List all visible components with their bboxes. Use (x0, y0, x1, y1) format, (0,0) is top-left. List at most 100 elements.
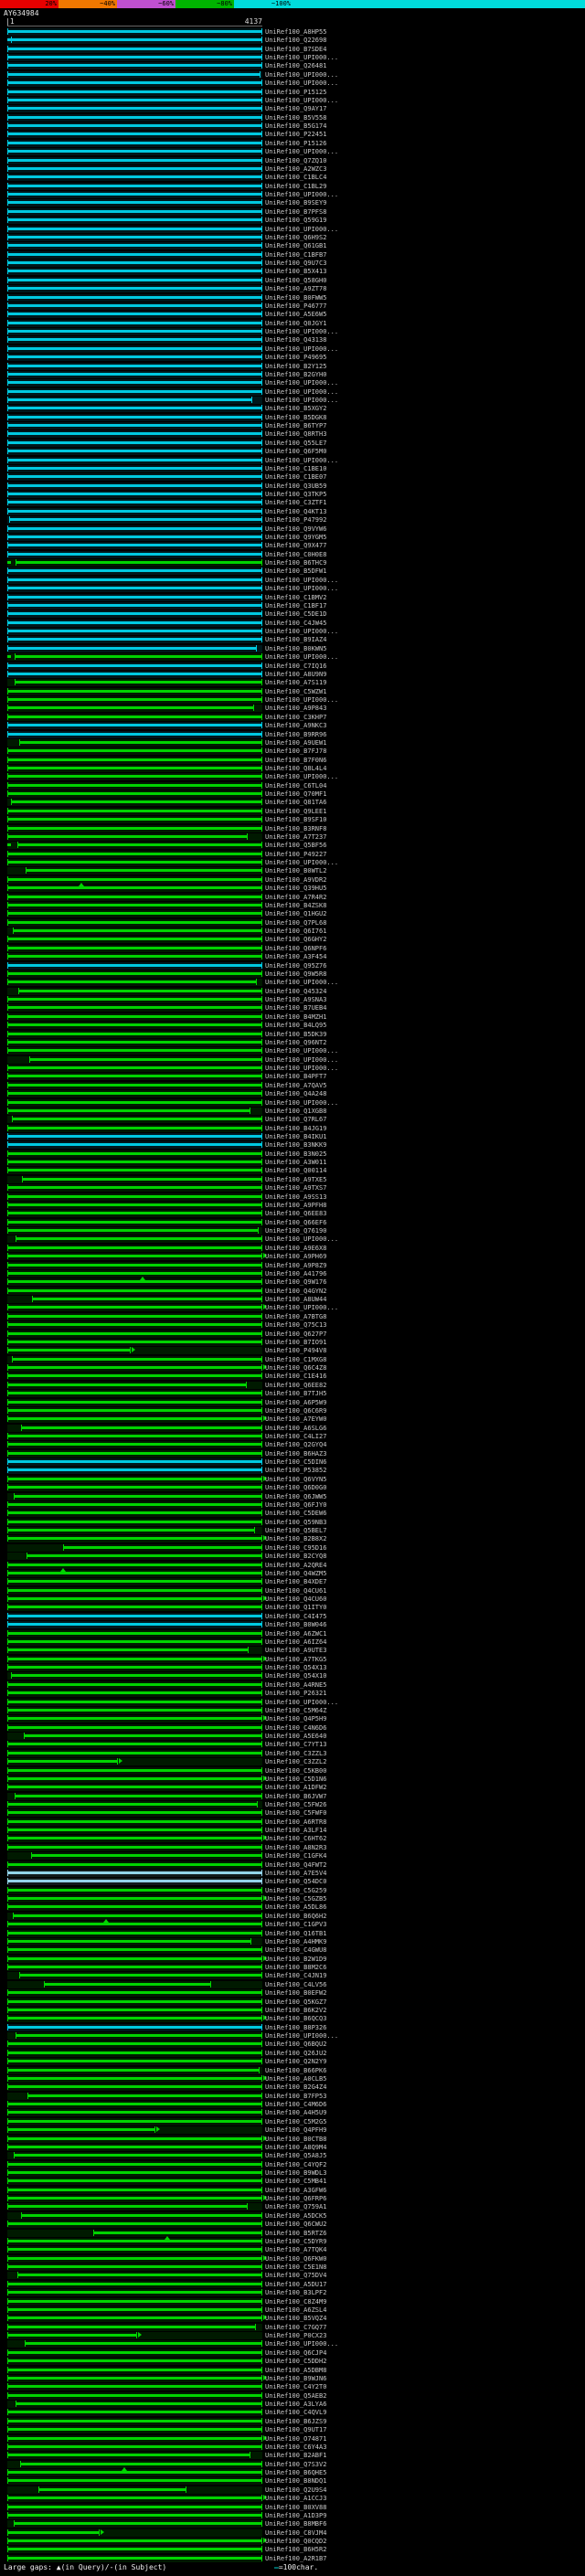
hit-bar[interactable] (7, 182, 262, 189)
hit-bar[interactable] (7, 2332, 137, 2339)
hit-bar[interactable] (7, 1038, 262, 1045)
hit-bar[interactable] (7, 1612, 262, 1619)
hit-bar[interactable] (7, 1090, 262, 1097)
hit-bar[interactable] (7, 576, 262, 583)
hit-bar[interactable] (7, 2391, 262, 2399)
hit-bar[interactable] (7, 1655, 262, 1662)
hit-bar[interactable] (7, 242, 262, 249)
hit-bar[interactable] (7, 2023, 262, 2030)
hit-bar[interactable] (7, 1621, 262, 1628)
hit-bar[interactable] (7, 131, 262, 138)
hit-bar[interactable] (7, 1715, 262, 1723)
hit-bar[interactable] (7, 1398, 262, 1405)
hit-bar[interactable] (7, 482, 262, 489)
hit-bar[interactable] (7, 1955, 262, 1962)
hit-bar[interactable] (7, 1869, 262, 1876)
hit-bar[interactable] (7, 1081, 262, 1088)
hit-bar[interactable] (25, 2340, 262, 2348)
hit-bar[interactable] (28, 1055, 263, 1063)
hit-bar[interactable] (7, 1647, 250, 1654)
hit-bar[interactable] (7, 1775, 262, 1782)
hit-bar[interactable] (7, 1706, 262, 1713)
hit-bar[interactable] (7, 1690, 262, 1697)
hit-bar[interactable] (7, 507, 262, 514)
hit-bar[interactable] (7, 593, 262, 600)
hit-bar[interactable] (7, 2452, 250, 2459)
hit-bar[interactable] (7, 302, 262, 309)
hit-bar[interactable] (7, 1433, 262, 1439)
hit-bar[interactable] (14, 2152, 262, 2159)
hit-bar[interactable] (7, 1989, 262, 1997)
hit-bar[interactable] (7, 217, 262, 224)
hit-bar[interactable] (13, 928, 262, 935)
hit-bar[interactable] (7, 250, 262, 258)
hit-bar[interactable] (15, 679, 262, 686)
hit-bar[interactable] (7, 54, 262, 61)
hit-bar[interactable] (7, 1406, 262, 1414)
hit-bar[interactable] (7, 1818, 262, 1825)
hit-bar[interactable] (7, 996, 262, 1003)
hit-bar[interactable] (7, 2203, 248, 2210)
hit-bar[interactable] (7, 1749, 262, 1756)
hit-bar[interactable] (7, 567, 262, 575)
hit-bar[interactable] (7, 1998, 262, 2005)
hit-bar[interactable] (7, 122, 262, 130)
hit-bar[interactable] (7, 70, 261, 78)
hit-bar[interactable] (7, 1253, 262, 1260)
hit-bar[interactable] (7, 362, 262, 369)
hit-bar[interactable] (7, 1527, 256, 1534)
hit-bar[interactable] (7, 1843, 262, 1850)
hit-bar[interactable] (7, 2289, 262, 2296)
hit-bar[interactable] (7, 1638, 262, 1645)
hit-bar[interactable] (7, 2280, 262, 2287)
hit-bar[interactable] (93, 2229, 262, 2236)
hit-bar[interactable] (7, 705, 254, 712)
hit-bar[interactable] (7, 1723, 262, 1731)
hit-bar[interactable] (15, 653, 262, 661)
hit-bar[interactable] (7, 2049, 262, 2056)
hit-bar[interactable] (7, 336, 262, 344)
hit-bar[interactable] (7, 628, 262, 635)
hit-bar[interactable] (7, 850, 262, 857)
hit-bar[interactable] (7, 456, 262, 463)
hit-bar[interactable] (7, 1269, 262, 1277)
hit-bar[interactable] (7, 1312, 262, 1320)
hit-bar[interactable] (7, 550, 262, 557)
hit-bar[interactable] (7, 2417, 262, 2424)
hit-bar[interactable] (7, 174, 262, 181)
hit-bar[interactable] (7, 1141, 262, 1149)
hit-bar[interactable] (7, 1227, 260, 1235)
hit-bar[interactable] (7, 961, 262, 969)
hit-bar[interactable] (15, 1792, 262, 1799)
hit-bar[interactable] (7, 293, 262, 301)
hit-bar[interactable] (7, 233, 262, 240)
hit-bar[interactable] (7, 164, 262, 172)
hit-bar[interactable] (7, 1287, 262, 1294)
hit-bar[interactable] (10, 799, 263, 806)
hit-bar[interactable] (26, 867, 262, 875)
hit-bar[interactable] (7, 1381, 247, 1388)
hit-bar[interactable] (7, 696, 262, 704)
hit-bar[interactable] (7, 156, 262, 164)
hit-bar[interactable] (7, 2126, 155, 2134)
hit-bar[interactable] (7, 1261, 262, 1268)
hit-bar[interactable] (7, 1415, 262, 1423)
hit-bar[interactable] (7, 2143, 262, 2150)
hit-bar[interactable] (7, 2554, 262, 2561)
hit-bar[interactable] (26, 1553, 263, 1560)
hit-bar[interactable] (7, 2101, 262, 2108)
hit-bar[interactable] (7, 1895, 262, 1903)
hit-bar[interactable] (7, 354, 262, 361)
hit-bar[interactable] (7, 2041, 262, 2048)
hit-bar[interactable] (7, 1030, 262, 1037)
hit-bar[interactable] (7, 893, 262, 900)
hit-bar[interactable] (7, 816, 262, 823)
hit-bar[interactable] (7, 1903, 262, 1911)
hit-bar[interactable] (7, 756, 262, 763)
hit-bar[interactable] (7, 1278, 262, 1286)
hit-bar[interactable] (16, 842, 263, 849)
hit-bar[interactable] (7, 1860, 262, 1868)
hit-bar[interactable] (24, 1733, 262, 1740)
hit-bar[interactable] (7, 1304, 262, 1311)
hit-bar[interactable] (7, 413, 262, 420)
